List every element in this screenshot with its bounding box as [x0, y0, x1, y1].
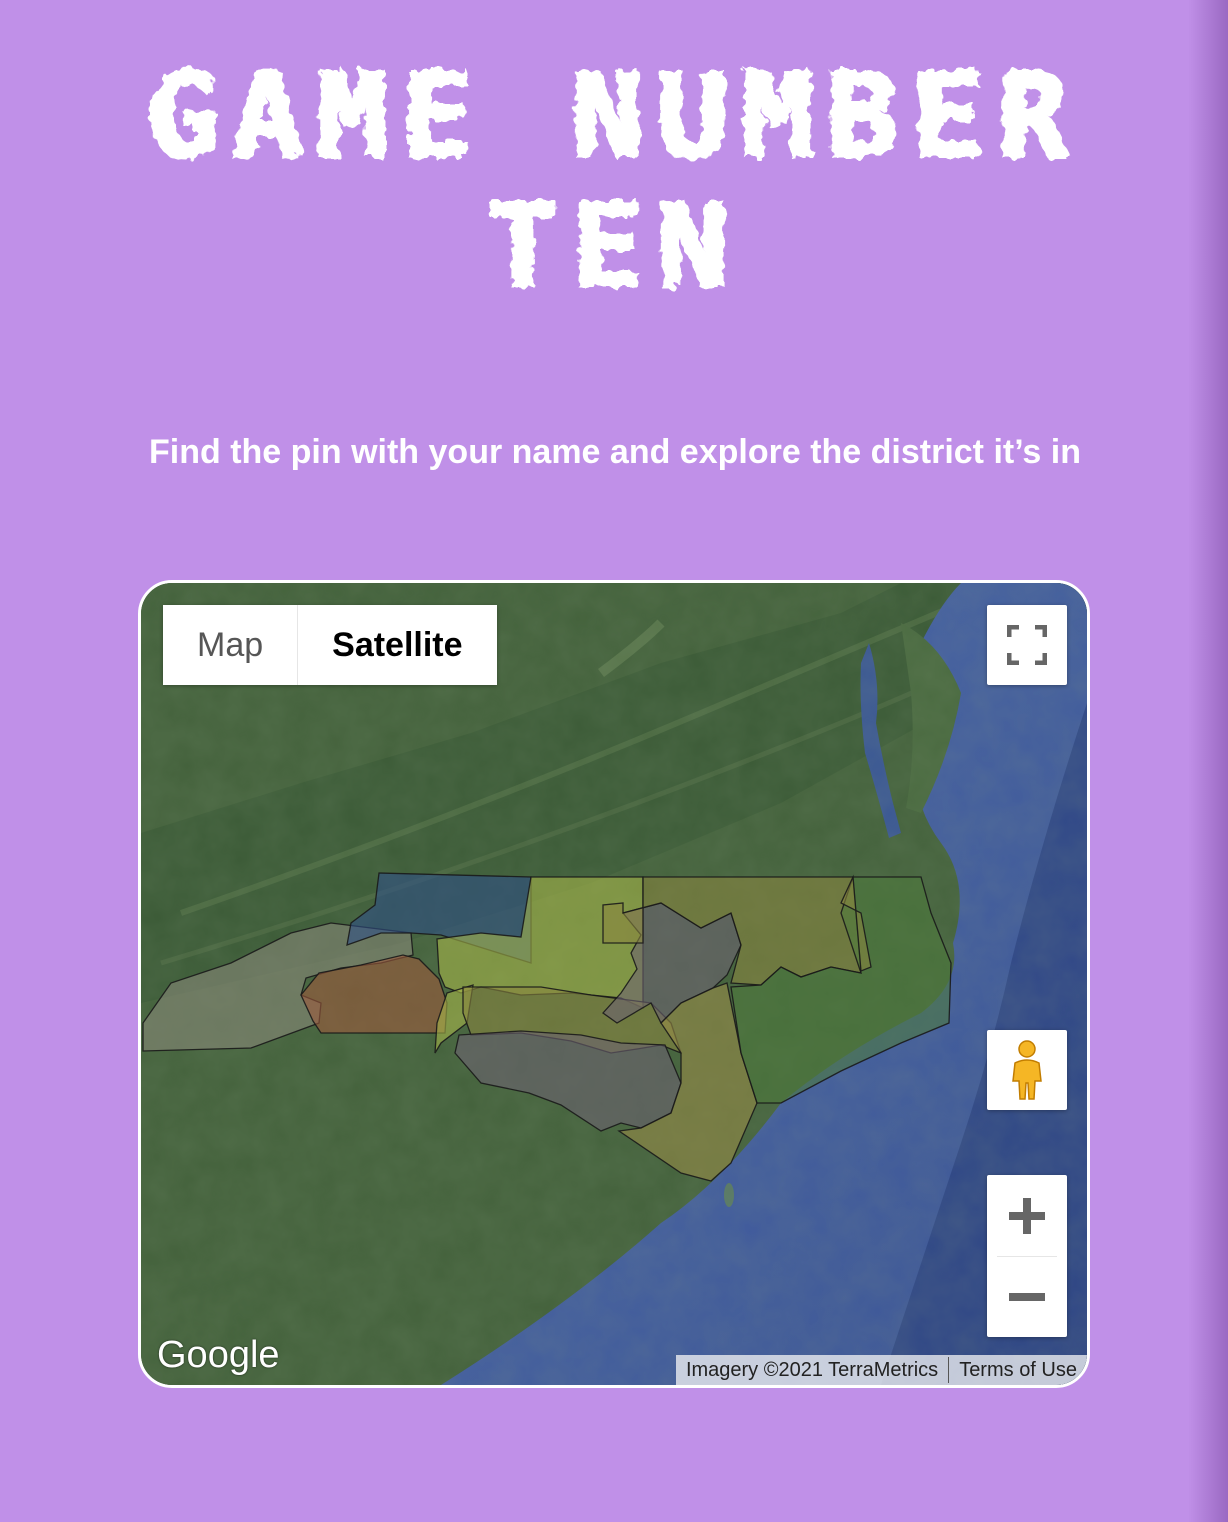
pegman-icon [1012, 1040, 1042, 1100]
map-type-satellite-button[interactable]: Satellite [298, 605, 497, 685]
map-type-map-button[interactable]: Map [163, 605, 299, 685]
terms-of-use-link[interactable]: Terms of Use [949, 1359, 1087, 1382]
page-title: GAME NUMBER TEN [0, 50, 1228, 310]
zoom-in-icon [1009, 1197, 1045, 1234]
zoom-in-button[interactable] [987, 1176, 1067, 1256]
map-container[interactable]: Map Satellite Google Imagery ©2021 Terra [138, 580, 1090, 1388]
map-attribution-bar: Imagery ©2021 TerraMetrics Terms of Use [675, 1355, 1087, 1385]
satellite-imagery[interactable] [141, 583, 1087, 1385]
street-view-pegman-button[interactable] [987, 1030, 1067, 1110]
zoom-out-button[interactable] [987, 1257, 1067, 1337]
map-type-control: Map Satellite [163, 605, 497, 685]
instructions-text: Find the pin with your name and explore … [149, 433, 1081, 471]
imagery-attribution: Imagery ©2021 TerraMetrics [685, 1358, 939, 1381]
title-line-2: TEN [486, 176, 742, 314]
fullscreen-icon [1007, 625, 1047, 665]
google-logo: Google [157, 1334, 280, 1376]
zoom-control [987, 1175, 1067, 1337]
zoom-out-icon [1009, 1292, 1045, 1301]
title-line-1: GAME NUMBER [146, 46, 1082, 184]
fullscreen-button[interactable] [987, 605, 1067, 685]
